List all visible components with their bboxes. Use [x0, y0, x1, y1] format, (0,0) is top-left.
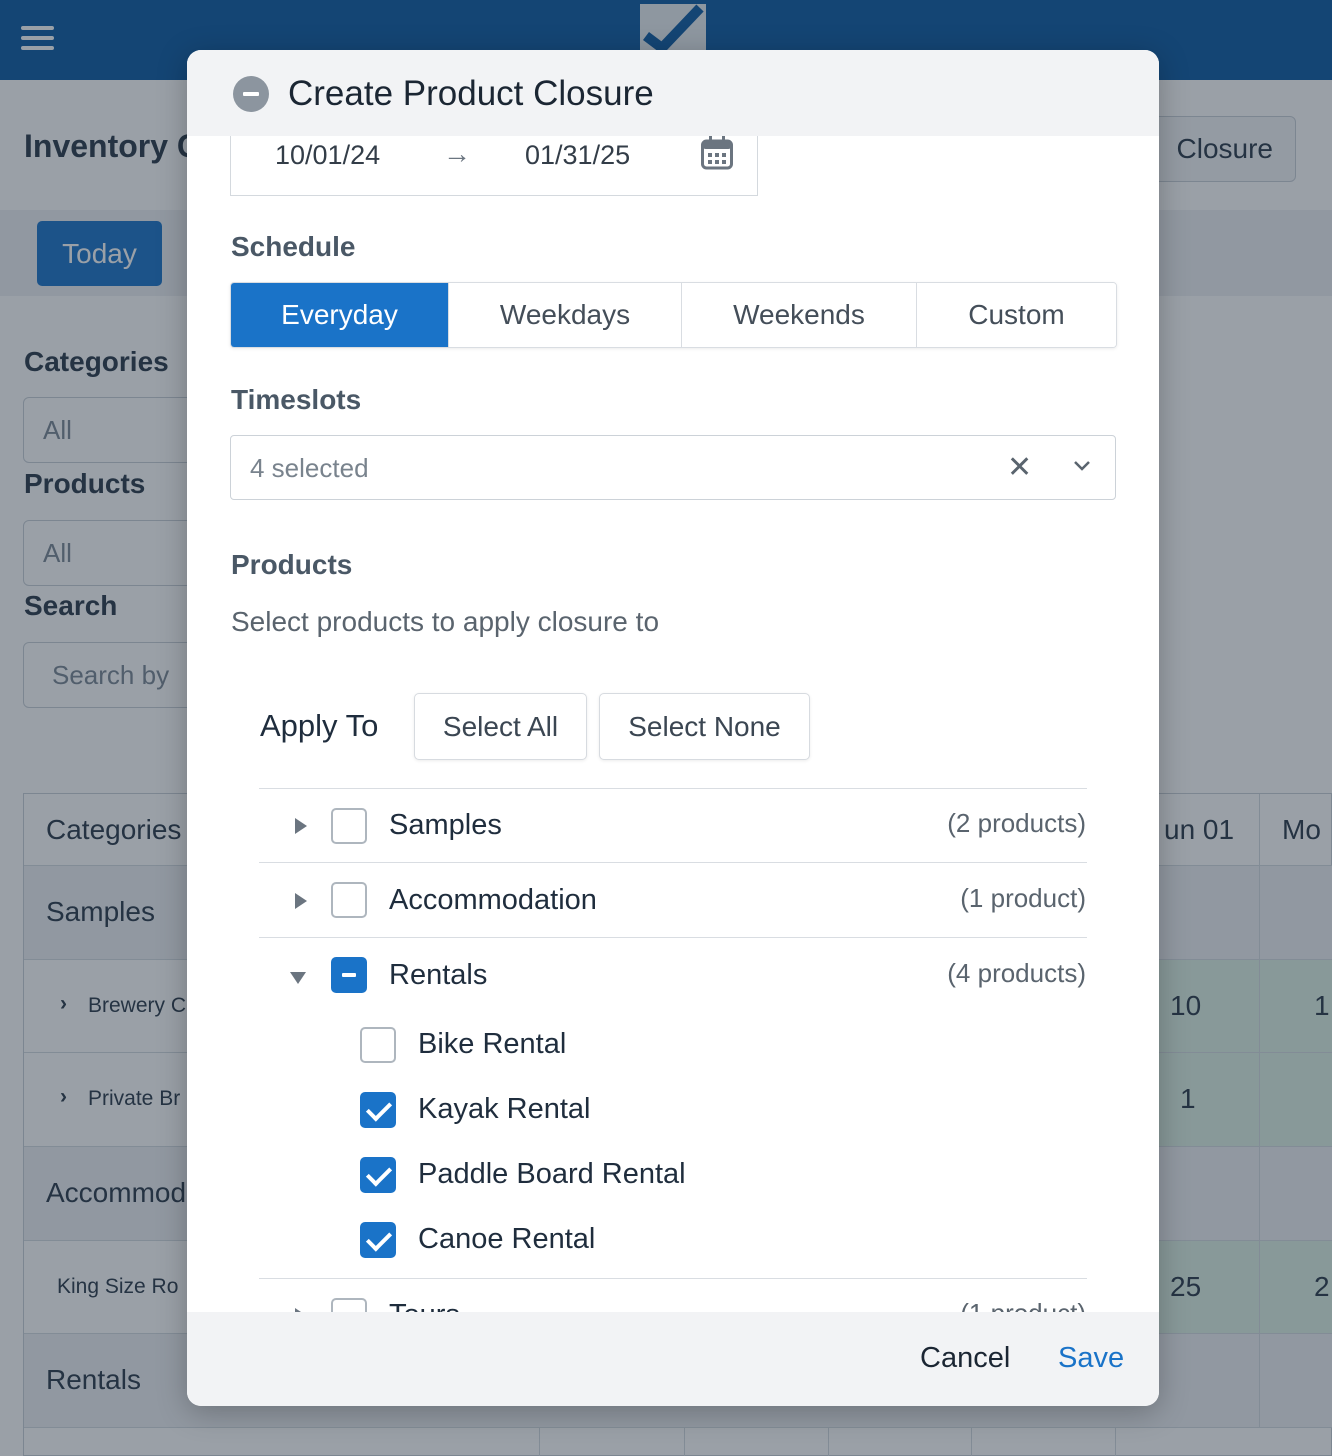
category-product-count: (1 product): [960, 883, 1086, 913]
create-product-closure-modal: Create Product Closure 10/01/24 → 01/31/…: [187, 50, 1159, 1406]
schedule-segmented-control: Everyday Weekdays Weekends Custom: [230, 282, 1117, 348]
minus-circle-icon: [233, 76, 269, 112]
timeslots-select[interactable]: 4 selected ✕: [230, 435, 1116, 500]
schedule-label: Schedule: [231, 231, 356, 262]
select-none-button[interactable]: Select None: [599, 693, 810, 760]
category-checkbox-accommodation[interactable]: [331, 882, 367, 918]
divider: [259, 862, 1087, 863]
product-checkbox-bike-rental[interactable]: [360, 1027, 396, 1063]
schedule-option-weekends[interactable]: Weekends: [682, 283, 917, 347]
caret-right-icon[interactable]: [295, 893, 307, 909]
product-checkbox-paddle-board-rental[interactable]: [360, 1157, 396, 1193]
category-name: Accommodation: [389, 884, 597, 916]
apply-to-label: Apply To: [260, 708, 379, 743]
category-checkbox-tours[interactable]: [331, 1298, 367, 1312]
date-range-picker[interactable]: 10/01/24 → 01/31/25: [230, 136, 758, 196]
product-name: Canoe Rental: [418, 1223, 596, 1255]
category-checkbox-rentals[interactable]: [331, 957, 367, 993]
products-label: Products: [231, 549, 353, 580]
product-checkbox-canoe-rental[interactable]: [360, 1222, 396, 1258]
cancel-button[interactable]: Cancel: [920, 1342, 1010, 1375]
category-product-count: (1 product): [960, 1298, 1086, 1312]
schedule-option-weekdays[interactable]: Weekdays: [449, 283, 682, 347]
caret-down-icon[interactable]: [290, 972, 306, 984]
category-product-count: (2 products): [947, 808, 1086, 838]
products-help-text: Select products to apply closure to: [231, 606, 660, 637]
modal-body[interactable]: 10/01/24 → 01/31/25 Schedule Everyday We…: [187, 136, 1159, 1312]
modal-header: Create Product Closure: [187, 50, 1159, 136]
save-button[interactable]: Save: [1058, 1342, 1124, 1375]
timeslots-value: 4 selected: [250, 453, 369, 483]
category-checkbox-samples[interactable]: [331, 808, 367, 844]
divider: [259, 788, 1087, 789]
category-name: Tours: [389, 1299, 460, 1312]
start-date[interactable]: 10/01/24: [275, 140, 380, 171]
caret-right-icon[interactable]: [295, 818, 307, 834]
end-date[interactable]: 01/31/25: [525, 140, 630, 171]
product-name: Bike Rental: [418, 1028, 567, 1060]
timeslots-label: Timeslots: [231, 384, 362, 415]
divider: [259, 937, 1087, 938]
schedule-option-custom[interactable]: Custom: [917, 283, 1116, 347]
product-name: Paddle Board Rental: [418, 1158, 686, 1190]
arrow-right-icon: →: [443, 138, 471, 169]
select-all-button[interactable]: Select All: [414, 693, 587, 760]
calendar-icon[interactable]: [701, 136, 733, 170]
chevron-down-icon[interactable]: [1073, 460, 1091, 472]
modal-title: Create Product Closure: [288, 74, 654, 113]
divider: [259, 1278, 1087, 1279]
product-name: Kayak Rental: [418, 1093, 591, 1125]
clear-icon[interactable]: ✕: [1007, 450, 1032, 485]
modal-footer: Cancel Save: [187, 1312, 1159, 1406]
category-name: Samples: [389, 809, 502, 841]
product-checkbox-kayak-rental[interactable]: [360, 1092, 396, 1128]
category-name: Rentals: [389, 959, 488, 991]
category-product-count: (4 products): [947, 958, 1086, 988]
schedule-option-everyday[interactable]: Everyday: [231, 283, 449, 347]
